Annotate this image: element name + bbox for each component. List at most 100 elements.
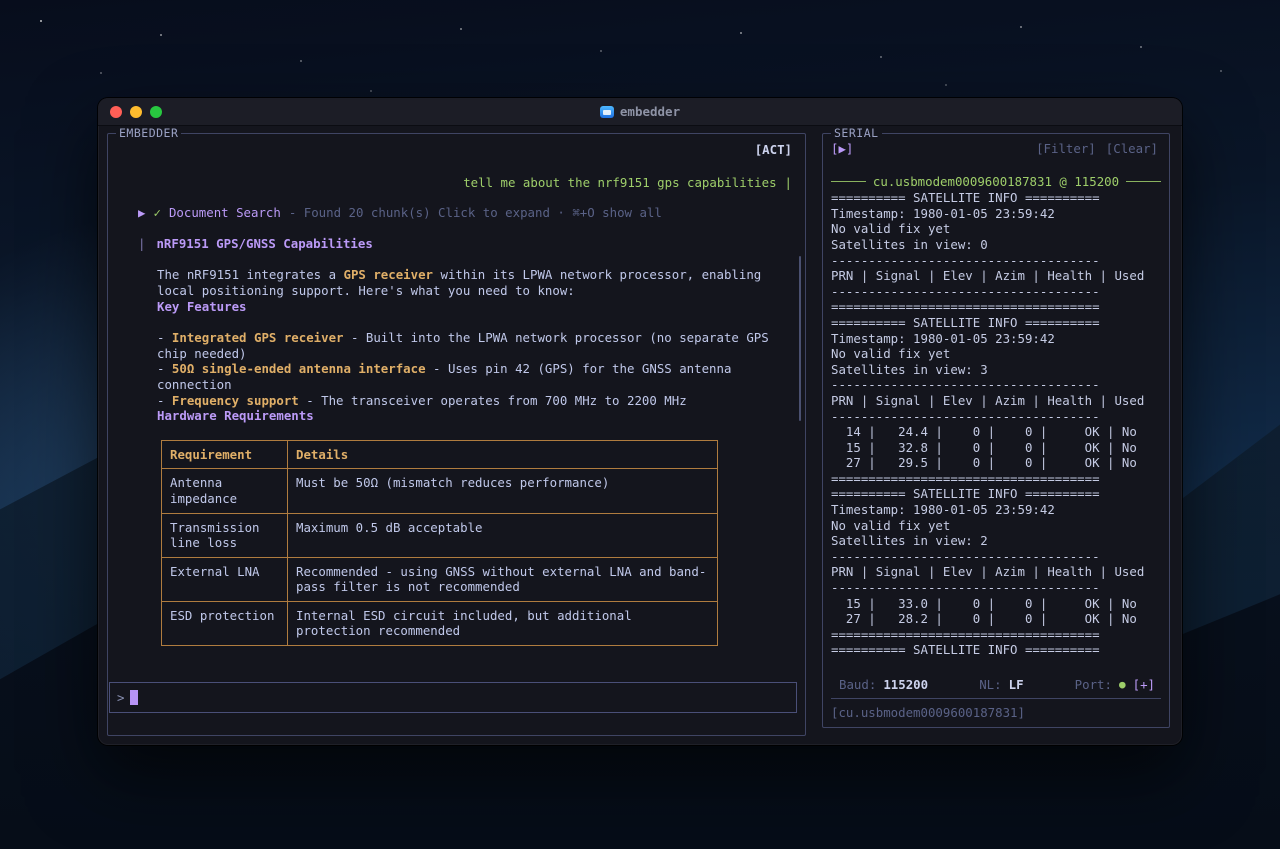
serial-line: 27 | 29.5 | 0 | 0 | OK | No <box>831 455 1161 471</box>
user-message-row: tell me about the nrf9151 gps capabiliti… <box>138 175 792 191</box>
serial-line: ==================================== <box>831 471 1161 487</box>
add-port-button[interactable]: [+] <box>1133 677 1155 693</box>
user-message-cursor: | <box>785 175 792 191</box>
requirement-cell: ESD protection <box>162 601 288 645</box>
serial-line: Timestamp: 1980-01-05 23:59:42 <box>831 331 1161 347</box>
table-row: ESD protectionInternal ESD circuit inclu… <box>162 601 718 645</box>
key-features-heading: Key Features <box>157 299 792 315</box>
newline-label: NL: <box>979 677 1001 693</box>
text-segment: - <box>157 330 172 345</box>
serial-line: ========== SATELLITE INFO ========== <box>831 190 1161 206</box>
success-check-icon: ✓ <box>153 205 160 221</box>
traffic-lights <box>110 106 162 118</box>
serial-status-bar: Baud: 115200 NL: LF Port: ● [+] <box>823 673 1169 699</box>
serial-play-button[interactable]: [▶] <box>831 141 853 157</box>
connection-header-line-left <box>831 181 866 182</box>
port-label: Port: <box>1075 677 1112 693</box>
chat-scrollbar[interactable] <box>799 256 801 421</box>
minimize-button[interactable] <box>130 106 142 118</box>
selected-port[interactable]: [cu.usbmodem0009600187831] <box>831 705 1025 720</box>
newline-value[interactable]: LF <box>1009 677 1024 693</box>
window-titlebar[interactable]: embedder <box>98 98 1182 126</box>
assistant-message: The nRF9151 integrates a GPS receiver wi… <box>138 267 792 646</box>
serial-line: PRN | Signal | Elev | Azim | Health | Us… <box>831 268 1161 284</box>
selected-port-row: [cu.usbmodem0009600187831] <box>823 699 1169 727</box>
text-cursor <box>130 690 138 705</box>
serial-line: ========== SATELLITE INFO ========== <box>831 315 1161 331</box>
feature-item: - Integrated GPS receiver - Built into t… <box>157 330 792 361</box>
act-mode-row: [ACT] <box>138 142 792 158</box>
table-header-row: Requirement Details <box>162 440 718 469</box>
serial-line: PRN | Signal | Elev | Azim | Health | Us… <box>831 564 1161 580</box>
serial-line: ------------------------------------ <box>831 409 1161 425</box>
table-row: External LNARecommended - using GNSS wit… <box>162 557 718 601</box>
serial-line: ------------------------------------ <box>831 253 1161 269</box>
app-icon <box>600 106 614 118</box>
baud-value[interactable]: 115200 <box>883 677 928 693</box>
serial-line: ------------------------------------ <box>831 377 1161 393</box>
connection-header-line-right <box>1126 181 1161 182</box>
port-group: Port: ● [+] <box>1075 677 1155 693</box>
feature-item: - Frequency support - The transceiver op… <box>157 393 792 409</box>
serial-line: 15 | 33.0 | 0 | 0 | OK | No <box>831 596 1161 612</box>
serial-line: No valid fix yet <box>831 346 1161 362</box>
table-row: Antenna impedanceMust be 50Ω (mismatch r… <box>162 469 718 513</box>
serial-line: Satellites in view: 3 <box>831 362 1161 378</box>
serial-line: Timestamp: 1980-01-05 23:59:42 <box>831 502 1161 518</box>
serial-line: Satellites in view: 2 <box>831 533 1161 549</box>
tool-detail: - Found 20 chunk(s) Click to expand · ⌘+… <box>289 205 662 221</box>
serial-body: [▶] [Filter] [Clear] cu.usbmodem00096001… <box>823 134 1169 727</box>
serial-toolbar: [▶] [Filter] [Clear] <box>823 134 1169 157</box>
baud-group: Baud: 115200 <box>839 677 928 693</box>
serial-line: No valid fix yet <box>831 518 1161 534</box>
serial-line: Satellites in view: 0 <box>831 237 1161 253</box>
details-cell: Recommended - using GNSS without externa… <box>288 557 718 601</box>
section-heading-row: | nRF9151 GPS/GNSS Capabilities <box>138 236 792 252</box>
chat-input[interactable]: > <box>109 682 797 713</box>
details-header: Details <box>288 440 718 469</box>
requirement-cell: Antenna impedance <box>162 469 288 513</box>
filter-button[interactable]: [Filter] <box>1036 141 1096 157</box>
text-segment: - <box>157 393 172 408</box>
section-heading: nRF9151 GPS/GNSS Capabilities <box>156 236 372 252</box>
serial-line: 14 | 24.4 | 0 | 0 | OK | No <box>831 424 1161 440</box>
serial-line: ------------------------------------ <box>831 549 1161 565</box>
zoom-button[interactable] <box>150 106 162 118</box>
app-window: embedder EMBEDDER [ACT] tell me about th… <box>98 98 1182 745</box>
newline-group: NL: LF <box>979 677 1023 693</box>
text-segment: GPS receiver <box>344 267 434 282</box>
serial-line: No valid fix yet <box>831 221 1161 237</box>
serial-output: ========== SATELLITE INFO ==========Time… <box>823 190 1169 673</box>
serial-line: ==================================== <box>831 299 1161 315</box>
chat-area: [ACT] tell me about the nrf9151 gps capa… <box>108 134 805 735</box>
connection-header-text: cu.usbmodem0009600187831 @ 115200 <box>873 174 1119 190</box>
text-segment: Integrated GPS receiver <box>172 330 344 345</box>
baud-label: Baud: <box>839 677 876 693</box>
intro-paragraph: The nRF9151 integrates a GPS receiver wi… <box>157 267 792 298</box>
feature-list: - Integrated GPS receiver - Built into t… <box>157 330 792 408</box>
expand-arrow-icon: ▶ <box>138 205 145 221</box>
user-message: tell me about the nrf9151 gps capabiliti… <box>463 175 776 191</box>
serial-line: 27 | 28.2 | 0 | 0 | OK | No <box>831 611 1161 627</box>
serial-line: ========== SATELLITE INFO ========== <box>831 486 1161 502</box>
connection-header: cu.usbmodem0009600187831 @ 115200 <box>831 174 1161 190</box>
heading-marker: | <box>138 236 145 252</box>
serial-line: 15 | 32.8 | 0 | 0 | OK | No <box>831 440 1161 456</box>
close-button[interactable] <box>110 106 122 118</box>
serial-line: ------------------------------------ <box>831 580 1161 596</box>
requirement-cell: Transmission line loss <box>162 513 288 557</box>
act-mode-button[interactable]: [ACT] <box>755 142 792 157</box>
feature-item: - 50Ω single-ended antenna interface - U… <box>157 361 792 392</box>
serial-line: PRN | Signal | Elev | Azim | Health | Us… <box>831 393 1161 409</box>
requirement-cell: External LNA <box>162 557 288 601</box>
window-title: embedder <box>620 104 680 119</box>
document-search-result[interactable]: ▶ ✓ Document Search - Found 20 chunk(s) … <box>138 205 792 221</box>
text-segment: - The transceiver operates from 700 MHz … <box>299 393 687 408</box>
clear-button[interactable]: [Clear] <box>1106 141 1158 157</box>
text-segment: Frequency support <box>172 393 299 408</box>
hardware-requirements-heading: Hardware Requirements <box>157 408 792 424</box>
text-segment: - <box>157 361 172 376</box>
text-segment: 50Ω single-ended antenna interface <box>172 361 426 376</box>
details-cell: Internal ESD circuit included, but addit… <box>288 601 718 645</box>
table-row: Transmission line lossMaximum 0.5 dB acc… <box>162 513 718 557</box>
